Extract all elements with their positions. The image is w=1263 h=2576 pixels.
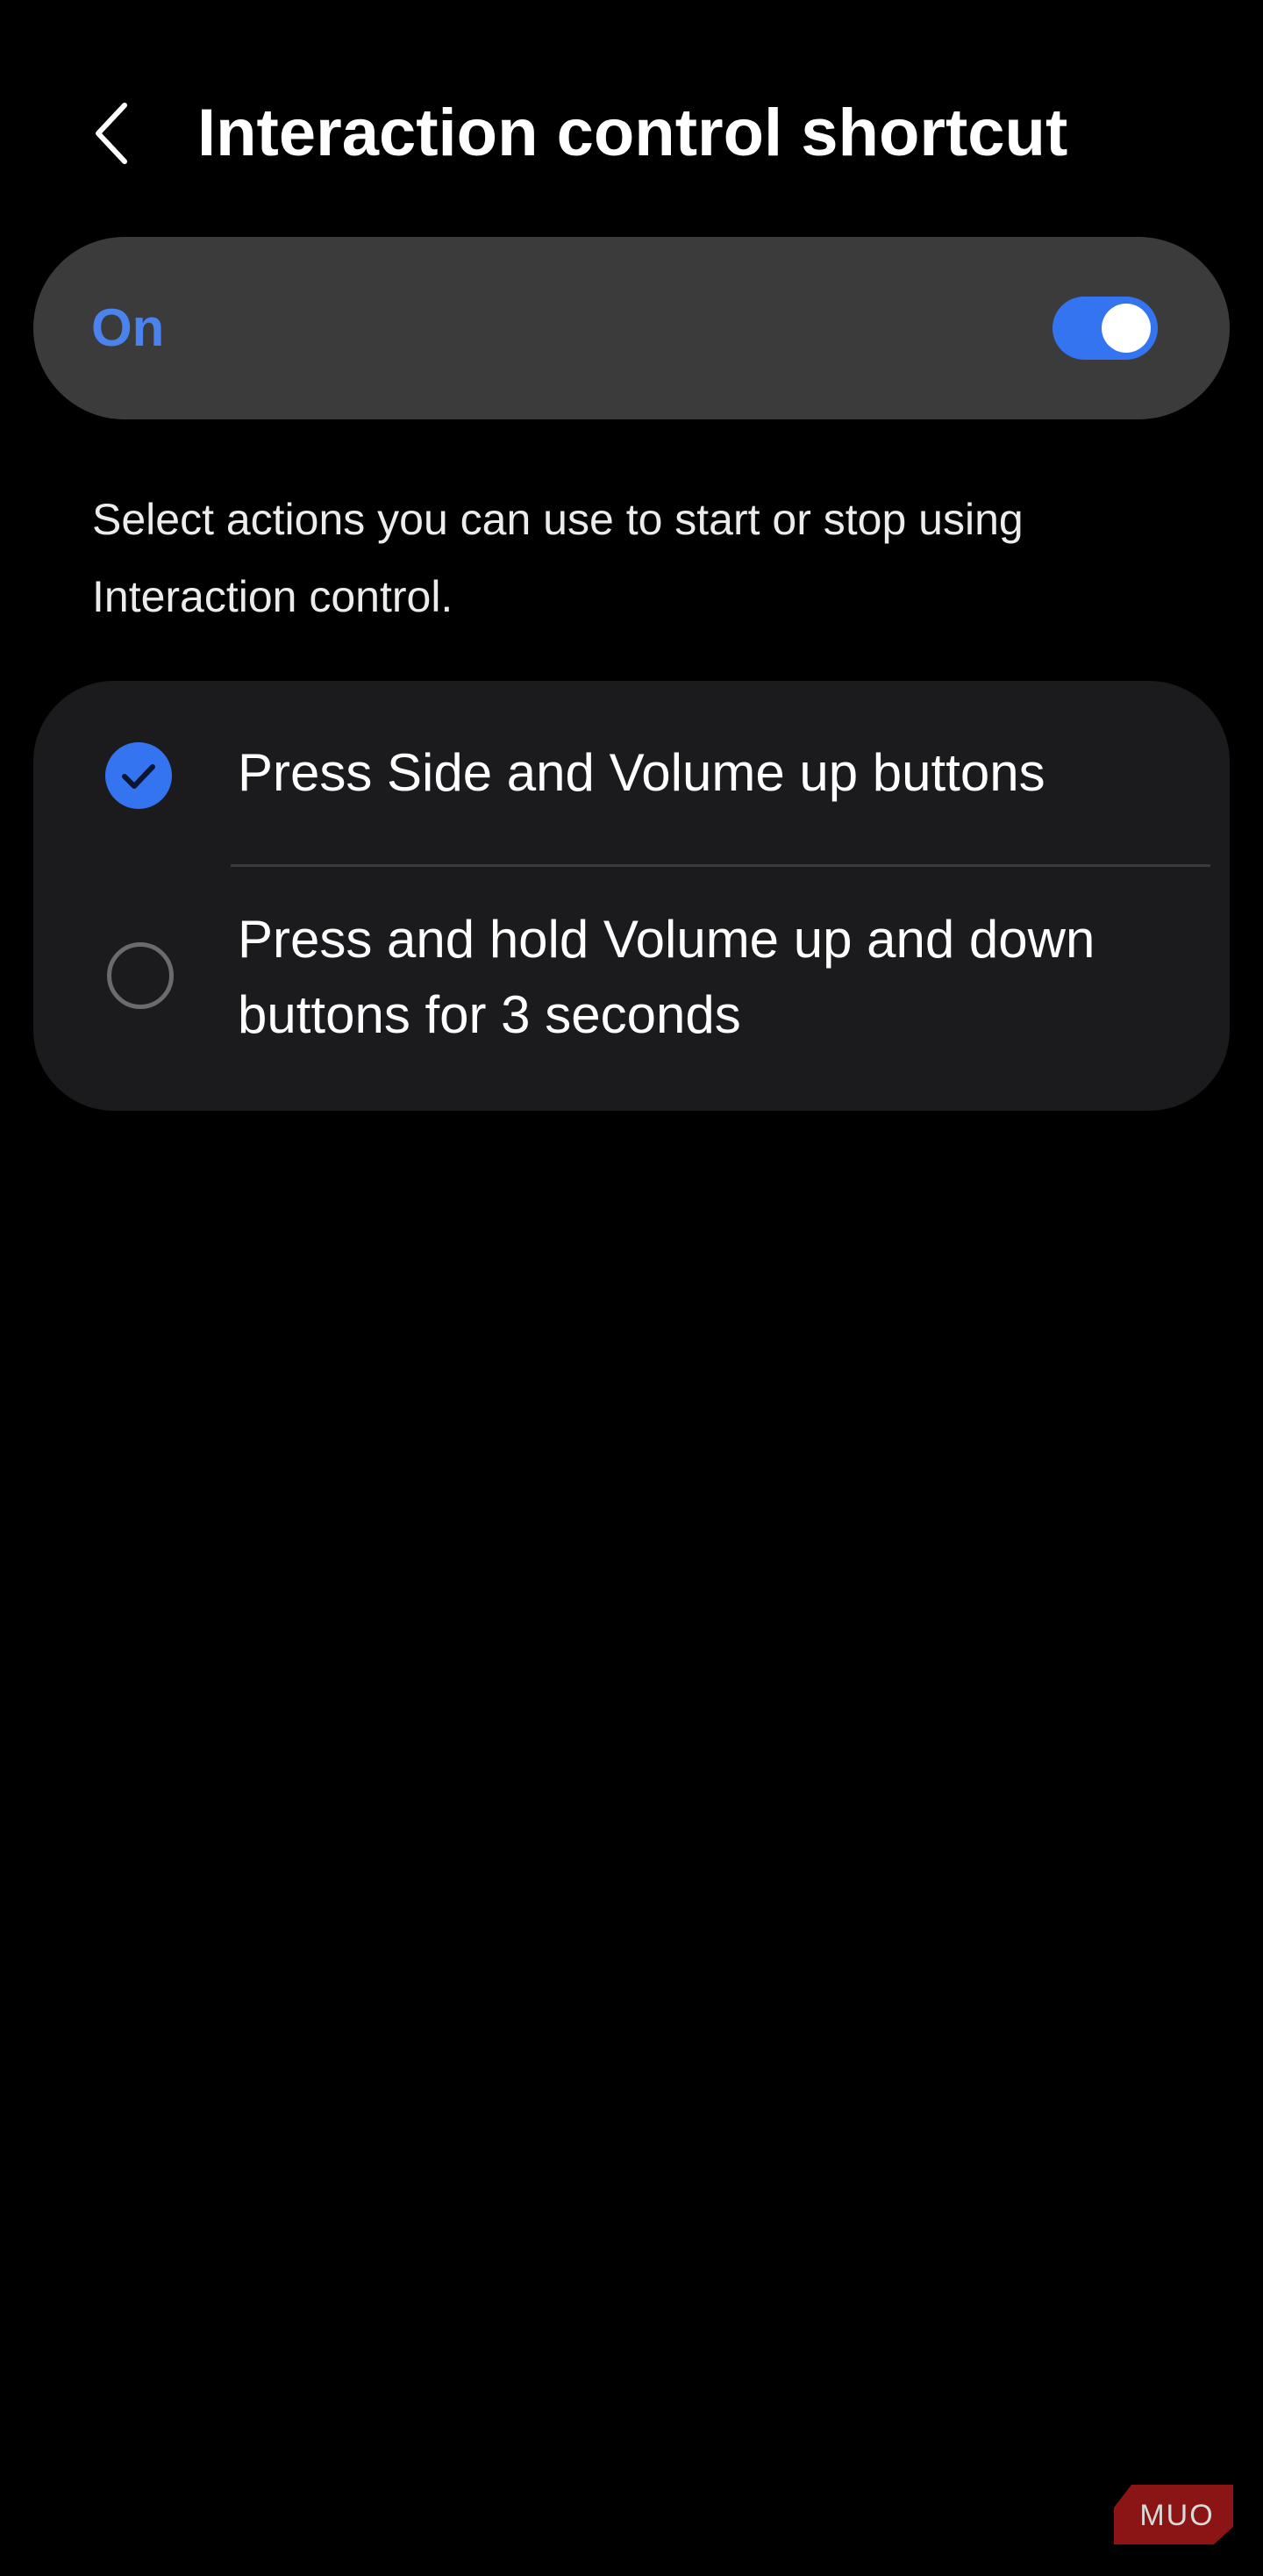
description-text: Select actions you can use to start or s…	[92, 495, 1024, 621]
master-switch-label: On	[91, 298, 165, 357]
master-toggle-switch[interactable]	[1052, 297, 1158, 360]
option-side-volume-up[interactable]: Press Side and Volume up buttons	[33, 681, 1230, 865]
check-circle-icon[interactable]	[105, 742, 172, 809]
muo-watermark-logo: MUO	[1112, 2483, 1235, 2546]
option-label: Press and hold Volume up and down button…	[238, 910, 1095, 1044]
app-bar: Interaction control shortcut	[0, 79, 1263, 184]
option-label: Press Side and Volume up buttons	[238, 743, 1045, 802]
chevron-left-icon	[96, 103, 127, 164]
master-switch-row[interactable]: On	[33, 237, 1230, 419]
shortcut-options-card: Press Side and Volume up buttons Press a…	[33, 681, 1230, 1111]
toggle-knob	[1102, 304, 1151, 353]
back-button[interactable]	[84, 97, 147, 170]
svg-text:MUO: MUO	[1139, 2499, 1214, 2532]
empty-circle-icon[interactable]	[107, 942, 174, 1009]
page-title: Interaction control shortcut	[197, 96, 1068, 170]
option-hold-volume-up-down[interactable]: Press and hold Volume up and down button…	[33, 867, 1230, 1111]
